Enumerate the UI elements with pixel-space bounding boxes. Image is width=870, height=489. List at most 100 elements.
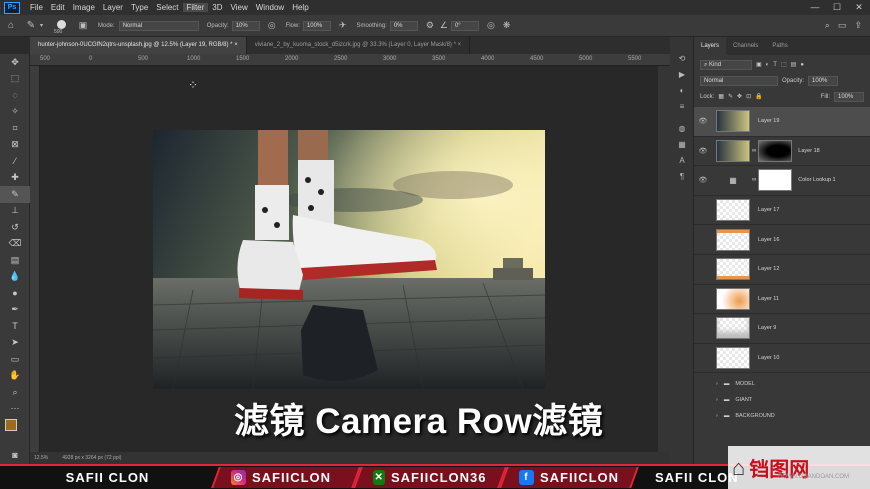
crop-tool-icon[interactable]: ⌗ (0, 120, 30, 137)
menu-image[interactable]: Image (69, 3, 99, 12)
mode-select[interactable]: Normal (118, 20, 199, 31)
color-panel-icon[interactable]: ◍ (670, 121, 694, 137)
gear-icon[interactable]: ⚙ (426, 20, 434, 31)
character-panel-icon[interactable]: A (670, 153, 694, 169)
history-panel-icon[interactable]: ⟲ (670, 51, 694, 67)
type-filter-icon[interactable]: T (773, 62, 777, 68)
layer-row[interactable]: Layer 12 (694, 255, 870, 285)
more-tools-icon[interactable]: ⋯ (0, 401, 30, 418)
layer-opacity-field[interactable]: 100% (808, 75, 839, 86)
visibility-eye-icon[interactable]: 👁 (694, 117, 712, 125)
menu-file[interactable]: File (26, 3, 47, 12)
layer-row[interactable]: 👁 ∞ Layer 18 (694, 137, 870, 167)
layer-row[interactable]: Layer 16 (694, 225, 870, 255)
path-selection-tool-icon[interactable]: ➤ (0, 335, 30, 352)
facebook-handle[interactable]: f SAFIICLON (499, 467, 639, 488)
visibility-eye-icon[interactable]: 👁 (694, 147, 712, 155)
layer-row[interactable]: 👁 Layer 19 (694, 107, 870, 137)
angle-field[interactable]: 0° (450, 20, 479, 31)
filter-toggle-icon[interactable]: ● (800, 62, 804, 68)
instagram-handle[interactable]: ◎ SAFIICLON (211, 467, 361, 488)
close-icon[interactable]: × (458, 42, 462, 48)
frame-tool-icon[interactable]: ⊠ (0, 137, 30, 154)
lock-artboard-icon[interactable]: ⊡ (746, 93, 751, 100)
chevron-right-icon[interactable]: › (716, 381, 718, 387)
pixel-filter-icon[interactable]: ▣ (756, 61, 762, 68)
document-image[interactable] (153, 130, 545, 389)
eyedropper-tool-icon[interactable]: ⁄ (0, 153, 30, 170)
menu-help[interactable]: Help (288, 3, 312, 12)
maximize-icon[interactable]: ☐ (826, 0, 848, 15)
layer-group-row[interactable]: › ▬ BACKGROUND (694, 408, 870, 424)
menu-3d[interactable]: 3D (208, 3, 226, 12)
blend-mode-select[interactable]: Normal (700, 75, 778, 86)
layer-group-row[interactable]: › ▬ GIANT (694, 392, 870, 408)
chain-link-icon[interactable]: ∞ (752, 148, 756, 154)
kind-filter-select[interactable]: ⌕ Kind (700, 59, 752, 70)
fill-field[interactable]: 100% (834, 91, 864, 102)
chevron-down-icon[interactable]: ▾ (40, 22, 48, 29)
lock-position-icon[interactable]: ✥ (737, 93, 742, 100)
xbox-handle[interactable]: ✕ SAFIICLON36 (353, 467, 507, 488)
swatches-panel-icon[interactable]: ▦ (670, 137, 694, 153)
menu-type[interactable]: Type (127, 3, 152, 12)
actions-panel-icon[interactable]: ▶ (670, 67, 694, 83)
chevron-right-icon[interactable]: › (716, 413, 718, 419)
marquee-tool-icon[interactable]: ⬚ (0, 71, 30, 88)
color-swatches[interactable] (0, 417, 30, 447)
layer-row[interactable]: Layer 9 (694, 314, 870, 344)
tab-document-2[interactable]: viviane_2_by_kuoma_stock_d5izcrk.jpg @ 3… (247, 37, 471, 54)
pen-tool-icon[interactable]: ✒ (0, 302, 30, 319)
shape-tool-icon[interactable]: ▭ (0, 351, 30, 368)
layer-row[interactable]: Layer 17 (694, 196, 870, 226)
quick-mask-icon[interactable]: ◙ (0, 447, 30, 464)
tab-channels[interactable]: Channels (726, 37, 765, 55)
menu-select[interactable]: Select (152, 3, 182, 12)
history-brush-tool-icon[interactable]: ↺ (0, 219, 30, 236)
brush-tool-icon[interactable]: ✎ (0, 186, 30, 203)
dodge-tool-icon[interactable]: ● (0, 285, 30, 302)
adjustments-panel-icon[interactable]: ◐ (670, 83, 694, 99)
move-tool-icon[interactable]: ✥ (0, 54, 30, 71)
lock-all-icon[interactable]: 🔒 (755, 93, 762, 100)
close-icon[interactable]: ✕ (848, 0, 870, 15)
lasso-tool-icon[interactable]: ◌ (0, 87, 30, 104)
menu-filter[interactable]: Filter (182, 3, 209, 12)
vertical-scrollbar[interactable] (658, 66, 670, 452)
brush-settings-icon[interactable]: ▣ (74, 20, 92, 31)
layer-row[interactable]: Layer 10 (694, 344, 870, 374)
menu-layer[interactable]: Layer (99, 3, 127, 12)
eraser-tool-icon[interactable]: ⌫ (0, 236, 30, 253)
hand-tool-icon[interactable]: ✋ (0, 368, 30, 385)
brush-preset-picker[interactable]: 500 (48, 20, 74, 35)
chevron-right-icon[interactable]: › (716, 397, 718, 403)
shape-filter-icon[interactable]: ⬚ (781, 61, 787, 68)
lock-paint-icon[interactable]: ✎ (728, 93, 733, 100)
paragraph-panel-icon[interactable]: ¶ (670, 169, 694, 185)
menu-edit[interactable]: Edit (47, 3, 69, 12)
healing-brush-tool-icon[interactable]: ✚ (0, 170, 30, 187)
search-icon[interactable]: ⌕ (825, 20, 830, 31)
airbrush-icon[interactable]: ✈ (339, 20, 347, 31)
minimize-icon[interactable]: — (804, 0, 826, 15)
type-tool-icon[interactable]: T (0, 318, 30, 335)
brush-tool-icon[interactable]: ✎ (22, 20, 40, 31)
pressure-size-icon[interactable]: ◎ (487, 20, 495, 31)
opacity-field[interactable]: 10% (231, 20, 260, 31)
tab-layers[interactable]: Layers (694, 37, 727, 55)
gradient-tool-icon[interactable]: ▤ (0, 252, 30, 269)
chain-link-icon[interactable]: ∞ (752, 177, 756, 183)
symmetry-icon[interactable]: ❋ (503, 20, 511, 31)
adjustment-filter-icon[interactable]: ◐ (766, 62, 770, 68)
foreground-color-swatch[interactable] (5, 419, 17, 431)
zoom-tool-icon[interactable]: ⌕ (0, 384, 30, 401)
workspace-icon[interactable]: ▭ (838, 20, 847, 31)
tab-document-1[interactable]: hunter-johnson-0UCGfN2qtrs-unsplash.jpg … (30, 37, 247, 54)
quick-select-tool-icon[interactable]: ✧ (0, 104, 30, 121)
properties-panel-icon[interactable]: ≡ (670, 99, 694, 115)
flow-field[interactable]: 100% (302, 20, 331, 31)
menu-window[interactable]: Window (252, 3, 288, 12)
smart-object-filter-icon[interactable]: ▤ (791, 61, 797, 68)
zoom-level[interactable]: 12.5% (34, 455, 48, 461)
layer-row[interactable]: Layer 11 (694, 285, 870, 315)
